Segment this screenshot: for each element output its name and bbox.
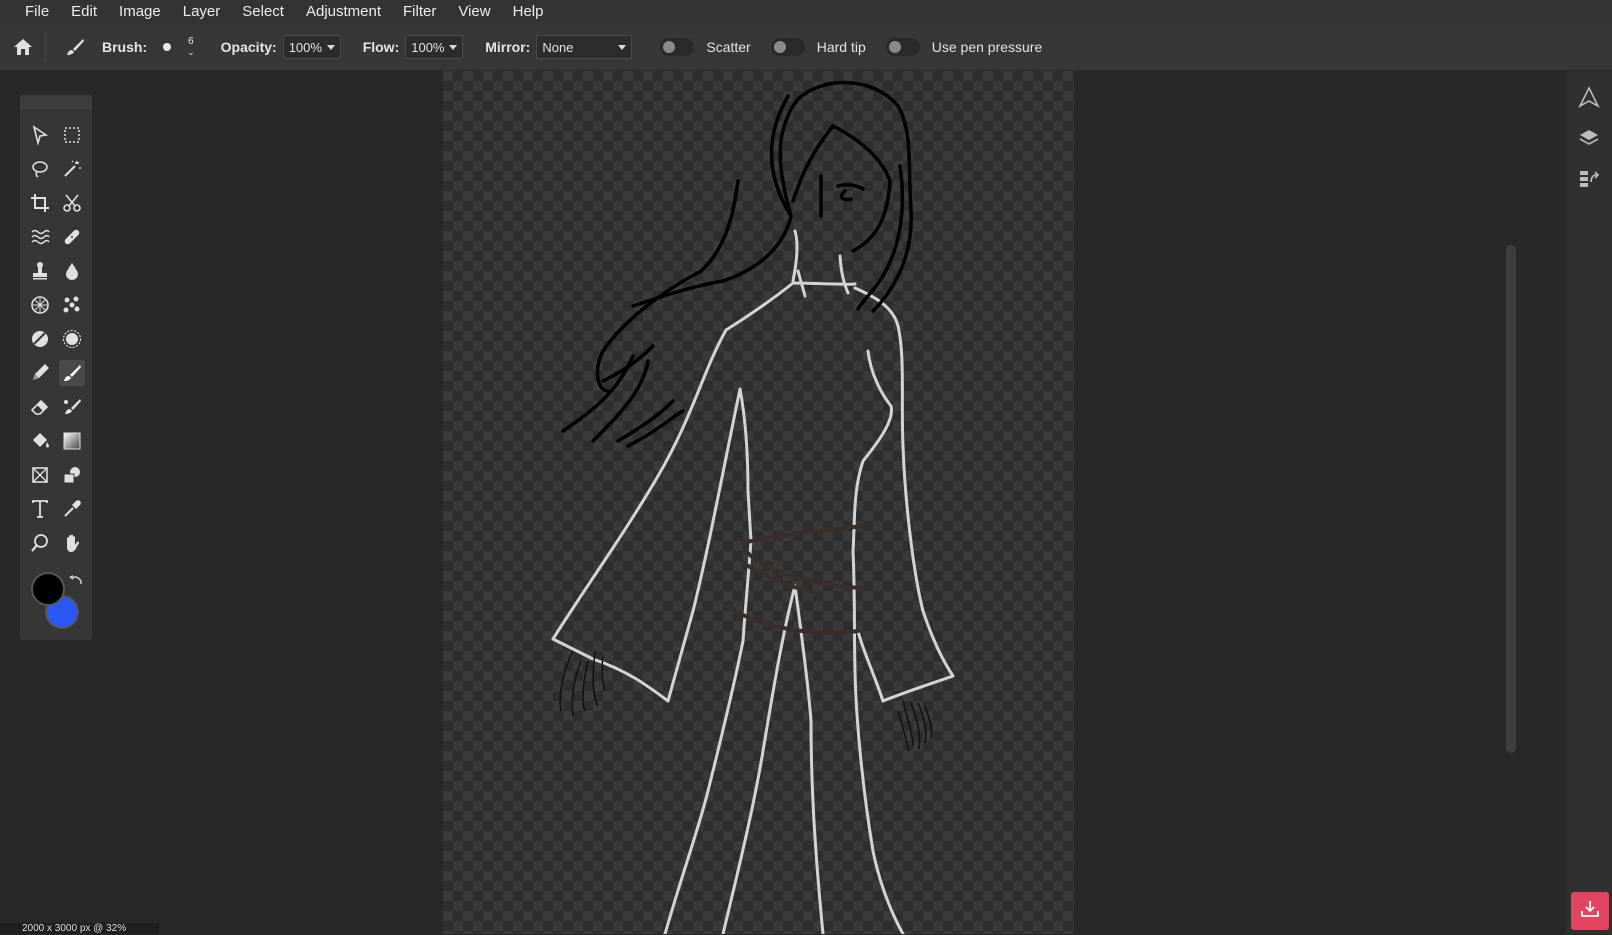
download-icon bbox=[1580, 899, 1600, 924]
heal-icon[interactable] bbox=[59, 224, 85, 250]
foreground-color-swatch[interactable] bbox=[31, 572, 65, 606]
brush-size-stepper[interactable]: 6 ⌄ bbox=[187, 36, 195, 58]
drawing-canvas[interactable] bbox=[443, 71, 1074, 934]
pattern-icon[interactable] bbox=[59, 292, 85, 318]
color-replace-icon[interactable] bbox=[59, 394, 85, 420]
scatter-label: Scatter bbox=[706, 39, 751, 55]
pen-pressure-toggle[interactable] bbox=[885, 38, 920, 56]
burn-icon[interactable] bbox=[59, 326, 85, 352]
caret-down-icon bbox=[449, 44, 458, 50]
caret-down-icon bbox=[326, 44, 335, 50]
lasso-icon[interactable] bbox=[27, 156, 53, 182]
image-size-info: 2000 x 3000 px @ 32% bbox=[22, 923, 127, 934]
shape-icon[interactable] bbox=[59, 462, 85, 488]
transform-icon[interactable] bbox=[27, 462, 53, 488]
menu-layer[interactable]: Layer bbox=[172, 0, 232, 24]
scatter-toggle[interactable] bbox=[660, 38, 695, 56]
download-button[interactable] bbox=[1571, 892, 1609, 930]
history-icon[interactable] bbox=[1578, 168, 1600, 190]
menu-filter[interactable]: Filter bbox=[392, 0, 447, 24]
brush-icon[interactable] bbox=[59, 360, 85, 386]
zoom-icon[interactable] bbox=[27, 530, 53, 556]
crop-icon[interactable] bbox=[27, 190, 53, 216]
caret-down-icon bbox=[618, 44, 627, 50]
opacity-label: Opacity: bbox=[220, 39, 277, 55]
select-arrow-icon[interactable] bbox=[27, 122, 53, 148]
hand-icon[interactable] bbox=[59, 530, 85, 556]
scissors-icon[interactable] bbox=[59, 190, 85, 216]
menu-bar: File Edit Image Layer Select Adjustment … bbox=[0, 0, 1612, 24]
flow-dropdown[interactable]: 100% bbox=[405, 35, 464, 59]
sponge-icon[interactable] bbox=[27, 292, 53, 318]
mirror-dropdown[interactable]: None bbox=[536, 35, 633, 59]
brush-size-value: 6 bbox=[188, 36, 194, 47]
text-icon[interactable] bbox=[27, 496, 53, 522]
canvas-vertical-scrollbar[interactable] bbox=[1506, 245, 1516, 753]
toolbox bbox=[20, 95, 92, 640]
magic-wand-icon[interactable] bbox=[59, 156, 85, 182]
opacity-dropdown[interactable]: 100% bbox=[282, 35, 341, 59]
navigator-icon[interactable] bbox=[1578, 86, 1600, 108]
bucket-icon[interactable] bbox=[27, 428, 53, 454]
home-icon[interactable] bbox=[12, 36, 34, 58]
menu-view[interactable]: View bbox=[447, 0, 501, 24]
pencil-icon[interactable] bbox=[27, 360, 53, 386]
brush-label: Brush: bbox=[102, 39, 148, 55]
blur-drop-icon[interactable] bbox=[59, 258, 85, 284]
brush-preview-icon[interactable] bbox=[161, 41, 173, 53]
menu-edit[interactable]: Edit bbox=[60, 0, 108, 24]
opacity-value: 100% bbox=[288, 39, 322, 55]
flow-value: 100% bbox=[411, 39, 445, 55]
brush-tool-icon bbox=[64, 36, 86, 58]
pen-pressure-label: Use pen pressure bbox=[931, 39, 1043, 55]
hard-tip-label: Hard tip bbox=[816, 39, 866, 55]
sketch-artwork bbox=[551, 80, 955, 934]
dodge-icon[interactable] bbox=[27, 326, 53, 352]
eyedropper-icon[interactable] bbox=[59, 496, 85, 522]
menu-select[interactable]: Select bbox=[231, 0, 295, 24]
mirror-label: Mirror: bbox=[485, 39, 531, 55]
swap-colors-icon[interactable] bbox=[68, 574, 84, 590]
stamp-icon[interactable] bbox=[27, 258, 53, 284]
hard-tip-toggle[interactable] bbox=[770, 38, 805, 56]
menu-file[interactable]: File bbox=[0, 0, 60, 24]
chevron-down-icon: ⌄ bbox=[187, 47, 195, 57]
menu-adjustment[interactable]: Adjustment bbox=[295, 0, 392, 24]
toolbox-drag-handle[interactable] bbox=[20, 95, 92, 109]
tool-options-bar: Brush: 6 ⌄ Opacity: 100% Flow: 100% Mirr… bbox=[0, 24, 1612, 71]
status-bar: 2000 x 3000 px @ 32% bbox=[0, 923, 159, 934]
mirror-value: None bbox=[542, 39, 574, 55]
menu-image[interactable]: Image bbox=[108, 0, 172, 24]
menu-help[interactable]: Help bbox=[502, 0, 555, 24]
flow-label: Flow: bbox=[362, 39, 400, 55]
layers-icon[interactable] bbox=[1578, 127, 1600, 149]
gradient-icon[interactable] bbox=[59, 428, 85, 454]
liquify-icon[interactable] bbox=[27, 224, 53, 250]
marquee-icon[interactable] bbox=[59, 122, 85, 148]
right-panel bbox=[1566, 71, 1612, 934]
eraser-icon[interactable] bbox=[27, 394, 53, 420]
